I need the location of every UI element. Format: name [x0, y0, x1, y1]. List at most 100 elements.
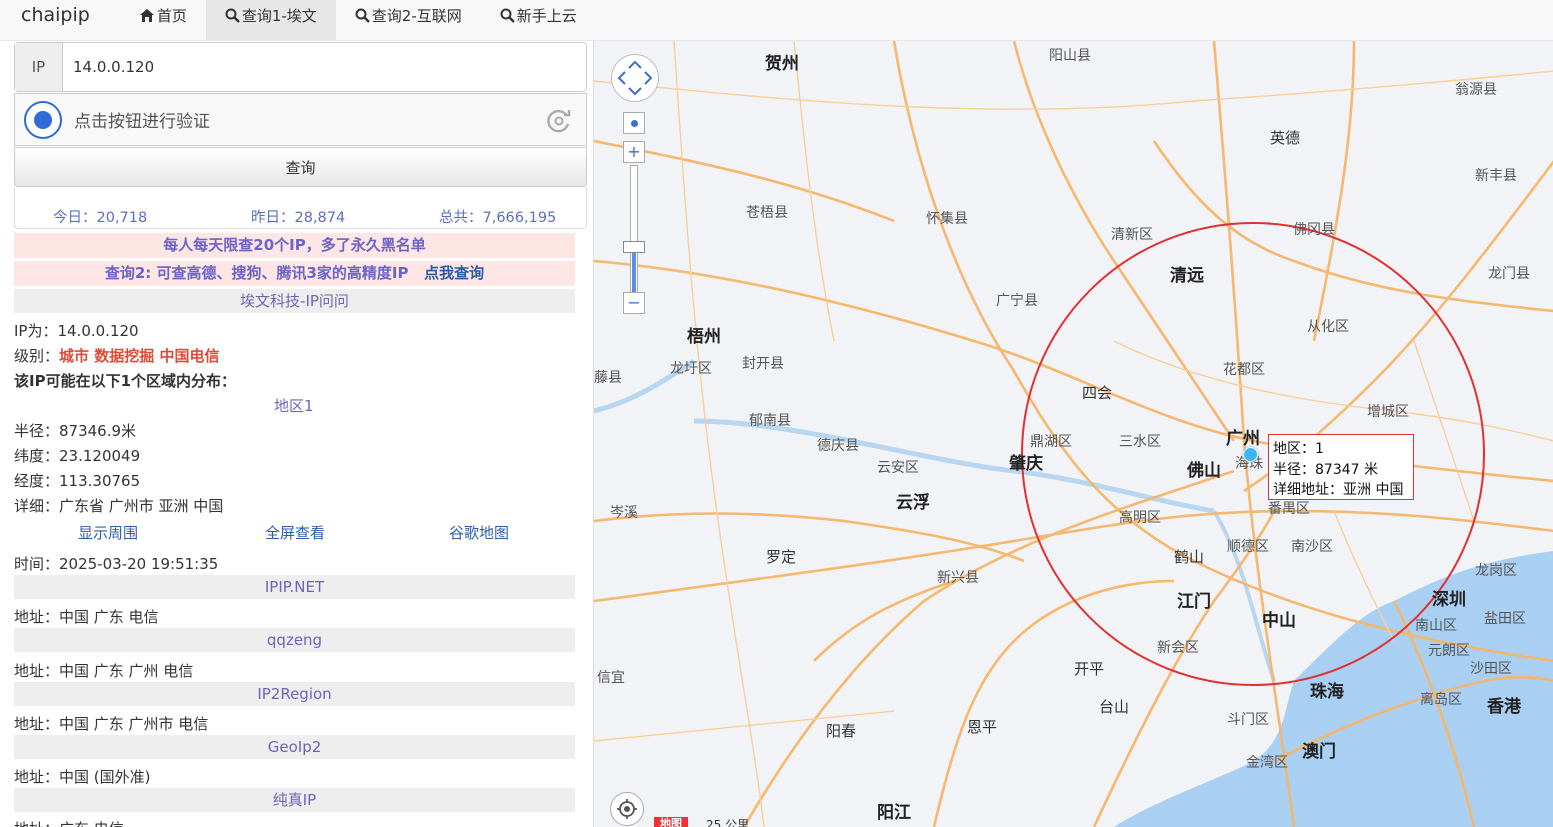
locate-button[interactable] [610, 792, 644, 826]
city-label: 贺州 [765, 54, 799, 74]
city-label: 罗定 [766, 548, 797, 566]
google-map-link[interactable]: 谷歌地图 [449, 522, 509, 543]
ip-input[interactable] [63, 43, 586, 91]
city-label: 梧州 [687, 327, 721, 347]
ip-line: IP为：14.0.0.120 [14, 322, 139, 340]
city-label: 云浮 [896, 493, 930, 513]
city-label: 斗门区 [1227, 712, 1269, 728]
nav-home-label: 首页 [156, 7, 187, 25]
city-label: 怀集县 [926, 211, 968, 227]
city-label: 深圳 [1432, 590, 1466, 610]
search-icon [225, 8, 240, 23]
ip2region-address: 地址：中国 广东 广州市 电信 [14, 715, 209, 733]
time-line: 时间：2025-03-20 19:51:35 [14, 555, 219, 573]
city-label: 鹤山 [1174, 548, 1205, 566]
map-pan-control[interactable] [611, 54, 659, 102]
nav-query1-label: 查询1-埃文 [241, 7, 317, 25]
lng-line: 经度：113.30765 [14, 472, 141, 490]
city-label: 从化区 [1307, 319, 1349, 335]
city-label: 龙圩区 [670, 361, 712, 377]
city-label: 佛冈县 [1293, 222, 1335, 238]
city-label: 信宜 [597, 670, 625, 686]
map-view[interactable]: 贺州 阳山县 翁源县 英德 新丰县 苍梧县 怀集县 清新区 佛冈县 清远 龙门县… [593, 41, 1553, 827]
city-label: 清新区 [1111, 227, 1153, 243]
ip-label: IP [15, 43, 63, 91]
level-value: 城市 数据挖掘 中国电信 [59, 347, 220, 365]
qqzeng-address: 地址：中国 广东 广州 电信 [14, 662, 194, 680]
nav-home[interactable]: 首页 [111, 0, 206, 40]
city-label: 苍梧县 [746, 205, 788, 221]
query2-notice-text: 查询2: 可查高德、搜狗、腾讯3家的高精度IP [104, 264, 409, 282]
nav-query1[interactable]: 查询1-埃文 [205, 0, 336, 40]
city-label: 广宁县 [996, 293, 1038, 309]
city-label: 顺德区 [1227, 539, 1269, 555]
section-ipwen: 埃文科技-IP问问 [14, 289, 575, 313]
city-label: 四会 [1082, 384, 1113, 402]
city-label: 番禺区 [1268, 501, 1310, 517]
query2-link[interactable]: 点我查询 [424, 264, 484, 282]
city-label: 阳春 [826, 722, 857, 740]
city-label: 佛山 [1187, 461, 1221, 481]
visit-stats: 今日：20,718 昨日：28,874 总共：7,666,195 [14, 187, 587, 229]
city-label: 金湾区 [1246, 755, 1288, 771]
zoom-out-button[interactable]: − [623, 292, 645, 314]
captcha-button[interactable]: 点击按钮进行验证 [14, 93, 587, 146]
city-label: 沙田区 [1470, 661, 1512, 677]
region-label: 地区1 [274, 397, 314, 415]
detail-line: 详细：广东省 广州市 亚洲 中国 [14, 497, 224, 515]
city-label: 台山 [1099, 698, 1130, 716]
zoom-slider-thumb[interactable] [623, 241, 645, 253]
nav-cloud[interactable]: 新手上云 [481, 0, 596, 40]
nav-query2[interactable]: 查询2-互联网 [336, 0, 481, 40]
city-label: 龙门县 [1488, 266, 1530, 282]
city-label: 新会区 [1157, 640, 1199, 656]
city-label: 中山 [1262, 611, 1296, 631]
home-icon [139, 9, 154, 22]
city-label: 珠海 [1310, 682, 1344, 702]
city-label: 元朗区 [1428, 643, 1470, 659]
city-label: 离岛区 [1420, 692, 1462, 708]
fullscreen-link[interactable]: 全屏查看 [265, 522, 325, 543]
section-ip2region: IP2Region [14, 682, 575, 706]
map-scale: 25 公里 [706, 818, 750, 827]
zoom-in-button[interactable]: + [623, 141, 645, 163]
section-qqzeng: qqzeng [14, 628, 575, 652]
zoom-control: + − [623, 109, 647, 315]
section-geoip2: GeoIp2 [14, 735, 575, 759]
city-label: 翁源县 [1455, 82, 1497, 98]
zoom-reset-button[interactable] [623, 112, 645, 134]
city-label: 阳山县 [1049, 48, 1091, 64]
city-label: 盐田区 [1484, 611, 1526, 627]
query-button[interactable]: 查询 [14, 147, 587, 187]
city-label: 鼎湖区 [1030, 434, 1072, 450]
city-label: 英德 [1270, 129, 1301, 147]
query2-notice: 查询2: 可查高德、搜狗、腾讯3家的高精度IP 点我查询 [14, 261, 575, 286]
captcha-text: 点击按钮进行验证 [74, 112, 210, 132]
nav-query2-label: 查询2-互联网 [371, 7, 462, 25]
show-nearby-link[interactable]: 显示周围 [78, 522, 138, 543]
location-marker[interactable] [1243, 447, 1258, 462]
zoom-slider-track[interactable] [630, 165, 638, 293]
city-label: 三水区 [1119, 434, 1161, 450]
level-line: 级别：城市 数据挖掘 中国电信 [14, 345, 219, 366]
refresh-icon[interactable] [546, 108, 572, 134]
brand-logo[interactable]: chaipip [0, 0, 111, 40]
ipip-address: 地址：中国 广东 电信 [14, 608, 159, 626]
stat-today: 今日：20,718 [53, 210, 148, 226]
city-label: 开平 [1074, 660, 1105, 678]
city-label: 香港 [1487, 697, 1521, 717]
city-label: 藤县 [594, 370, 622, 386]
search-icon [355, 8, 370, 23]
section-chunzhen: 纯真IP [14, 788, 575, 812]
city-label: 清远 [1170, 266, 1204, 286]
city-label: 岑溪 [610, 505, 638, 521]
city-label: 南山区 [1415, 618, 1457, 634]
city-label: 恩平 [967, 718, 998, 736]
city-label: 德庆县 [817, 438, 859, 454]
nav-cloud-label: 新手上云 [516, 7, 577, 25]
city-label: 阳江 [877, 803, 911, 823]
city-label: 广州 [1226, 429, 1260, 449]
city-label: 肇庆 [1009, 454, 1043, 474]
city-label: 南沙区 [1291, 539, 1333, 555]
stat-yesterday: 昨日：28,874 [251, 210, 346, 226]
